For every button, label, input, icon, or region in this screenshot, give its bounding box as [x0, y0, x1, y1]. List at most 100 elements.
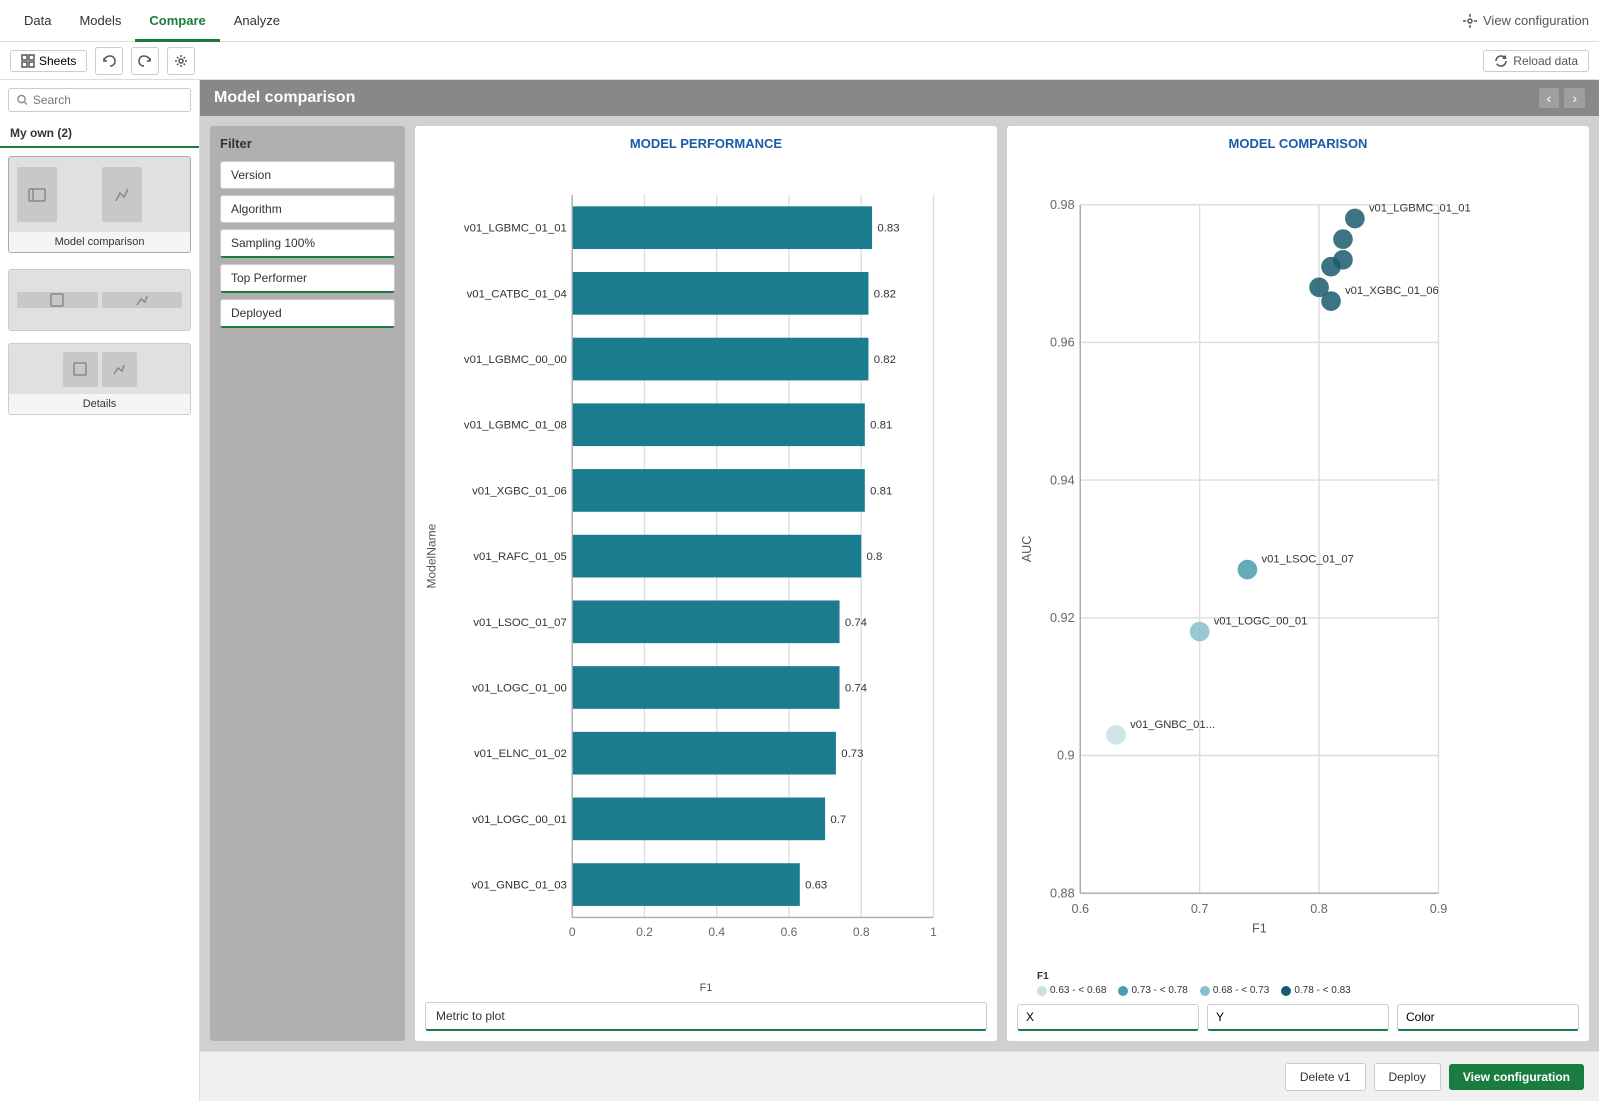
page-title: Model comparison — [214, 89, 355, 107]
svg-text:0.96: 0.96 — [1050, 336, 1075, 350]
legend-item-3: 0.73 - < 0.78 — [1118, 985, 1187, 996]
prev-page-button[interactable]: ‹ — [1539, 88, 1560, 108]
svg-text:v01_LSOC_01_07: v01_LSOC_01_07 — [473, 617, 566, 629]
bar-chart-panel: MODEL PERFORMANCE 00.20.40.60.81ModelNam… — [415, 126, 997, 1041]
svg-text:v01_LOGC_00_01: v01_LOGC_00_01 — [472, 814, 567, 826]
next-page-button[interactable]: › — [1564, 88, 1585, 108]
svg-text:1: 1 — [930, 925, 937, 939]
nav-tab-compare[interactable]: Compare — [135, 0, 219, 42]
scatter-legend: F1 0.63 - < 0.68 0.73 - < 0.78 0.68 - — [1017, 971, 1579, 996]
svg-text:v01_LOGC_00_01: v01_LOGC_00_01 — [1214, 616, 1308, 628]
svg-text:v01_CATBC_01_04: v01_CATBC_01_04 — [467, 288, 567, 300]
svg-text:v01_LOGC_01_00: v01_LOGC_01_00 — [472, 683, 567, 695]
bar-chart-area: 00.20.40.60.81ModelNamev01_LGBMC_01_010.… — [425, 159, 987, 980]
toolbar-right: Reload data — [1483, 50, 1589, 72]
svg-text:0.7: 0.7 — [1191, 902, 1209, 916]
svg-text:0.2: 0.2 — [636, 925, 653, 939]
scatter-chart-panel: MODEL COMPARISON 0.6 0.7 0.8 0.9 0.88 0.9 0.92… — [1007, 126, 1589, 1041]
filter-sampling[interactable]: Sampling 100% — [220, 229, 395, 258]
sheet-label-details: Details — [9, 394, 190, 414]
main-layout: My own (2) Model comparison — [0, 80, 1599, 1101]
deploy-button[interactable]: Deploy — [1374, 1063, 1441, 1091]
svg-text:0.94: 0.94 — [1050, 473, 1075, 487]
svg-text:0.74: 0.74 — [845, 683, 867, 695]
filter-version[interactable]: Version — [220, 161, 395, 189]
toolbar: Sheets Reload data — [0, 42, 1599, 80]
svg-text:AUC: AUC — [1020, 536, 1034, 563]
scatter-chart-area: 0.6 0.7 0.8 0.9 0.88 0.9 0.92 0.94 0.96 0.98 AUC F1… — [1017, 159, 1579, 967]
bar-chart-x-label: F1 — [425, 982, 987, 994]
color-field[interactable]: Color — [1397, 1004, 1579, 1031]
svg-text:0.73: 0.73 — [841, 748, 863, 760]
search-input[interactable] — [33, 93, 182, 107]
y-field[interactable]: Y — [1207, 1004, 1389, 1031]
filter-title: Filter — [220, 136, 395, 151]
delete-button[interactable]: Delete v1 — [1285, 1063, 1366, 1091]
svg-text:0.6: 0.6 — [1071, 902, 1089, 916]
svg-text:0.8: 0.8 — [853, 925, 870, 939]
svg-text:v01_LGBMC_01_08: v01_LGBMC_01_08 — [464, 420, 567, 432]
svg-text:v01_GNBC_01_03: v01_GNBC_01_03 — [471, 880, 566, 892]
svg-text:v01_GNBC_01...: v01_GNBC_01... — [1130, 719, 1215, 731]
svg-text:0.82: 0.82 — [874, 288, 896, 300]
svg-text:v01_LGBMC_01_01: v01_LGBMC_01_01 — [1369, 202, 1471, 214]
page-navigation: ‹ › — [1539, 88, 1585, 108]
svg-text:0.88: 0.88 — [1050, 886, 1075, 900]
svg-text:0.74: 0.74 — [845, 617, 867, 629]
sheets-button[interactable]: Sheets — [10, 50, 87, 72]
top-nav: Data Models Compare Analyze View configu… — [0, 0, 1599, 42]
sheet-item-details[interactable]: Details — [8, 343, 191, 415]
svg-text:0.63: 0.63 — [805, 880, 827, 892]
svg-text:0.81: 0.81 — [870, 485, 892, 497]
nav-tab-analyze[interactable]: Analyze — [220, 0, 294, 42]
undo-button[interactable] — [95, 47, 123, 75]
content-area: Model comparison ‹ › Filter Version Algo… — [200, 80, 1599, 1101]
scatter-chart-title: MODEL COMPARISON — [1017, 136, 1579, 151]
reload-button[interactable]: Reload data — [1483, 50, 1589, 72]
filter-deployed[interactable]: Deployed — [220, 299, 395, 328]
sheet-item-model-comparison[interactable]: Model comparison — [8, 156, 191, 253]
x-field[interactable]: X — [1017, 1004, 1199, 1031]
svg-text:v01_RAFC_01_05: v01_RAFC_01_05 — [473, 551, 566, 563]
svg-text:0: 0 — [569, 925, 576, 939]
bar-chart-title: MODEL PERFORMANCE — [425, 136, 987, 151]
svg-text:0.98: 0.98 — [1050, 198, 1075, 212]
svg-text:F1: F1 — [1252, 922, 1267, 936]
search-box[interactable] — [8, 88, 191, 112]
settings-button[interactable] — [167, 47, 195, 75]
svg-text:0.9: 0.9 — [1057, 749, 1075, 763]
svg-text:0.92: 0.92 — [1050, 611, 1075, 625]
filter-top-performer[interactable]: Top Performer — [220, 264, 395, 293]
svg-text:ModelName: ModelName — [425, 523, 439, 588]
legend-items: 0.63 - < 0.68 0.73 - < 0.78 0.68 - < 0.7… — [1037, 985, 1579, 996]
sheet-label-model-comparison: Model comparison — [9, 232, 190, 252]
svg-text:v01_ELNC_01_02: v01_ELNC_01_02 — [474, 748, 567, 760]
svg-text:0.82: 0.82 — [874, 354, 896, 366]
my-own-label: My own (2) — [0, 120, 199, 148]
svg-text:v01_LSOC_01_07: v01_LSOC_01_07 — [1261, 554, 1353, 566]
svg-text:0.8: 0.8 — [867, 551, 883, 563]
view-configuration-button[interactable]: View configuration — [1462, 13, 1589, 29]
page-title-bar: Model comparison ‹ › — [200, 80, 1599, 116]
svg-text:v01_LGBMC_01_01: v01_LGBMC_01_01 — [464, 223, 567, 235]
svg-text:0.81: 0.81 — [870, 420, 892, 432]
redo-button[interactable] — [131, 47, 159, 75]
nav-tab-data[interactable]: Data — [10, 0, 65, 42]
scatter-chart-svg: 0.6 0.7 0.8 0.9 0.88 0.9 0.92 0.94 0.96 0.98 AUC F1… — [1017, 159, 1579, 967]
metric-to-plot[interactable]: Metric to plot — [425, 1002, 987, 1031]
filter-algorithm[interactable]: Algorithm — [220, 195, 395, 223]
sheet-item-2[interactable] — [8, 269, 191, 331]
svg-text:v01_XGBC_01_06: v01_XGBC_01_06 — [472, 485, 567, 497]
content-panels: Filter Version Algorithm Sampling 100% T… — [200, 116, 1599, 1051]
svg-text:0.6: 0.6 — [781, 925, 798, 939]
axis-fields: X Y Color — [1017, 1004, 1579, 1031]
svg-text:0.7: 0.7 — [830, 814, 846, 826]
legend-item-2: 0.68 - < 0.73 — [1200, 985, 1269, 996]
view-config-button[interactable]: View configuration — [1449, 1064, 1584, 1090]
legend-item-4: 0.78 - < 0.83 — [1281, 985, 1350, 996]
bottom-bar: Delete v1 Deploy View configuration — [200, 1051, 1599, 1101]
svg-text:0.9: 0.9 — [1430, 902, 1448, 916]
bar-chart-svg: 00.20.40.60.81ModelNamev01_LGBMC_01_010.… — [425, 159, 987, 980]
svg-text:0.8: 0.8 — [1310, 902, 1328, 916]
nav-tab-models[interactable]: Models — [65, 0, 135, 42]
